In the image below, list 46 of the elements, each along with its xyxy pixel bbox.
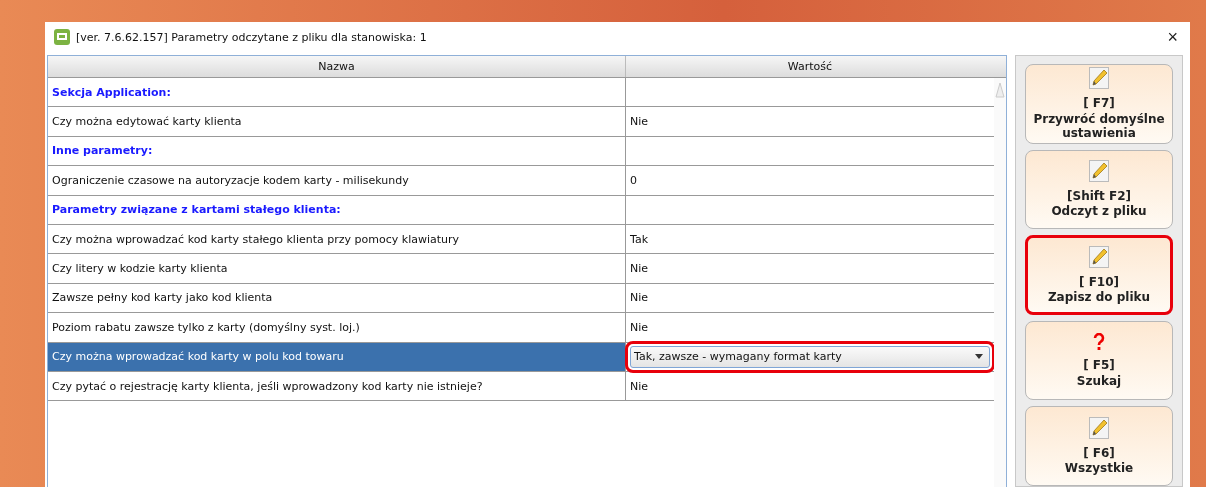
scrollbar[interactable] xyxy=(994,78,1006,487)
parameter-value: Nie xyxy=(630,320,649,334)
scroll-up-icon[interactable] xyxy=(995,82,1005,98)
pencil-icon xyxy=(1089,245,1109,268)
column-header[interactable]: Nazwa xyxy=(48,56,626,77)
table-row[interactable]: Parametry związane z kartami stałego klienta: xyxy=(48,195,994,225)
column-header[interactable]: Wartość xyxy=(626,56,994,77)
parameter-name: Zawsze pełny kod karty jako kod klienta xyxy=(48,283,626,313)
parameter-name: Czy litery w kodzie karty klienta xyxy=(48,254,626,283)
parameter-value: Nie xyxy=(630,379,649,393)
section-heading: Parametry związane z kartami stałego klienta: xyxy=(48,195,626,224)
pencil-icon xyxy=(1089,159,1109,182)
parameter-name: Czy można edytować karty klienta xyxy=(48,107,626,136)
question-mark-icon xyxy=(1093,333,1105,352)
table-row[interactable]: Czy można wprowadzać kod karty w polu kod towaru Tak, zawsze - wymagany format karty xyxy=(48,342,994,372)
parameter-value: Nie xyxy=(630,291,649,305)
parameter-name: Czy można wprowadzać kod karty stałego klienta przy pomocy klawiatury xyxy=(48,224,626,254)
table-row[interactable]: Czy można wprowadzać kod karty stałego klienta przy pomocy klawiatury Tak xyxy=(48,224,994,255)
close-button[interactable]: × xyxy=(1163,26,1182,48)
table-row[interactable]: Sekcja Application: xyxy=(48,78,994,108)
parameter-value: 0 xyxy=(630,173,637,187)
pencil-icon xyxy=(1089,67,1109,90)
table-row[interactable]: Czy pytać o rejestrację karty klienta, jeśli wprowadzony kod karty nie istnieje? Nie xyxy=(48,371,994,402)
parameter-name: Ograniczenie czasowe na autoryzacje kodem karty - milisekundy xyxy=(48,166,626,195)
window-title: [ver. 7.6.62.157] Parametry odczytane z pliku dla stanowiska: 1 xyxy=(76,30,428,44)
pencil-icon xyxy=(1089,416,1109,439)
parameter-value: Tak xyxy=(630,232,648,246)
parameter-name: Czy pytać o rejestrację karty klienta, jeśli wprowadzony kod karty nie istnieje? xyxy=(48,371,626,401)
table-row[interactable]: Zawsze pełny kod karty jako kod klienta Nie xyxy=(48,283,994,314)
table-row[interactable]: Czy litery w kodzie karty klienta Nie xyxy=(48,254,994,284)
function-button[interactable]: [ F5] Szukaj xyxy=(1025,320,1173,401)
section-heading: Inne parametry: xyxy=(48,136,626,166)
function-button[interactable]: [ F7] Przywróć domyślne ustawienia xyxy=(1025,64,1173,144)
table-row[interactable]: Ograniczenie czasowe na autoryzacje kodem karty - milisekundy 0 xyxy=(48,166,994,196)
table-row[interactable]: Inne parametry: xyxy=(48,136,994,167)
caret-icon xyxy=(975,354,983,360)
parameter-value: Nie xyxy=(630,262,649,276)
parameter-value: Nie xyxy=(630,115,649,129)
parameter-name: Czy można wprowadzać kod karty w polu kod towaru xyxy=(48,342,626,371)
function-button[interactable]: [ F6] Wszystkie xyxy=(1025,406,1173,486)
section-heading: Sekcja Application: xyxy=(48,78,626,107)
parameter-name: Poziom rabatu zawsze tylko z karty (domyślny syst. loj.) xyxy=(48,313,626,342)
table-row[interactable]: Czy można edytować karty klienta Nie xyxy=(48,107,994,137)
function-button[interactable]: [Shift F2] Odczyt z pliku xyxy=(1025,149,1173,230)
function-button[interactable]: [ F10] Zapisz do pliku xyxy=(1025,235,1173,315)
app-icon xyxy=(54,29,70,45)
